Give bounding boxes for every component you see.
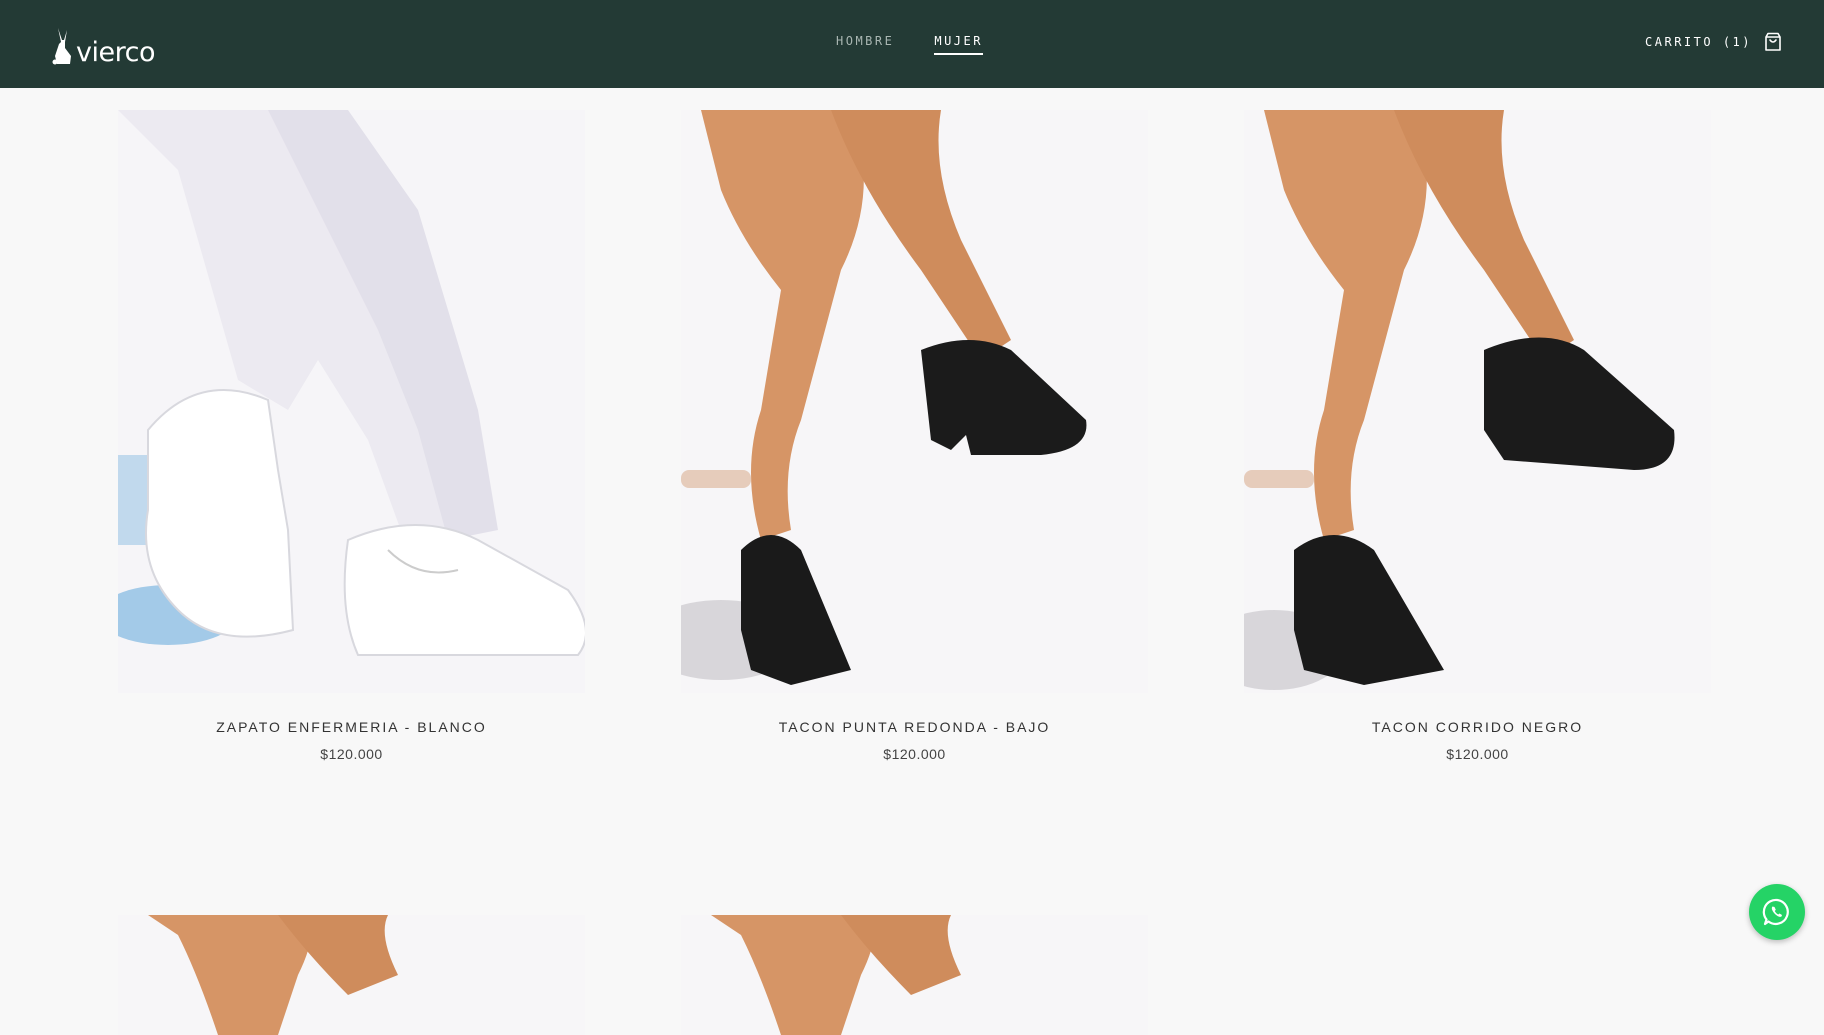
- product-price: $120.000: [883, 746, 946, 762]
- nav-item-mujer[interactable]: MUJER: [934, 34, 983, 55]
- site-header: vierco HOMBRE MUJER CARRITO (1): [0, 0, 1824, 88]
- product-card[interactable]: [118, 915, 585, 1035]
- product-title[interactable]: ZAPATO ENFERMERIA - BLANCO: [118, 719, 585, 735]
- brand-name: vierco: [76, 37, 155, 68]
- cart-button[interactable]: CARRITO (1): [1645, 32, 1782, 52]
- black-low-heel-pump-photo[interactable]: [681, 110, 1148, 693]
- shopping-bag-icon: [1765, 32, 1781, 51]
- brand-logo[interactable]: vierco: [52, 22, 155, 66]
- product-image: [1244, 110, 1711, 693]
- whatsapp-icon: [1762, 898, 1789, 926]
- product-card[interactable]: ZAPATO ENFERMERIA - BLANCO $120.000: [118, 110, 585, 762]
- rabbit-logo-icon: [52, 28, 71, 65]
- product-title[interactable]: TACON CORRIDO NEGRO: [1244, 719, 1711, 735]
- product-image: [681, 915, 1148, 1035]
- black-wedge-loafer-photo[interactable]: [1244, 110, 1711, 693]
- product-title[interactable]: TACON PUNTA REDONDA - BAJO: [681, 719, 1148, 735]
- cart-label: CARRITO (1): [1645, 35, 1752, 49]
- product-image: [681, 110, 1148, 693]
- product-image: [118, 915, 585, 1035]
- nav-item-hombre[interactable]: HOMBRE: [836, 34, 894, 55]
- product-price: $120.000: [1446, 746, 1509, 762]
- product-card[interactable]: TACON PUNTA REDONDA - BAJO $120.000: [681, 110, 1148, 762]
- product-card[interactable]: TACON CORRIDO NEGRO $120.000: [1244, 110, 1711, 762]
- white-nursing-shoe-photo[interactable]: [118, 110, 585, 693]
- whatsapp-chat-button[interactable]: [1749, 884, 1805, 940]
- product-photo-5[interactable]: [681, 915, 1148, 1035]
- product-price: $120.000: [320, 746, 383, 762]
- main-nav: HOMBRE MUJER: [836, 34, 983, 55]
- product-image: [118, 110, 585, 693]
- product-card[interactable]: [681, 915, 1148, 1035]
- product-photo-4[interactable]: [118, 915, 585, 1035]
